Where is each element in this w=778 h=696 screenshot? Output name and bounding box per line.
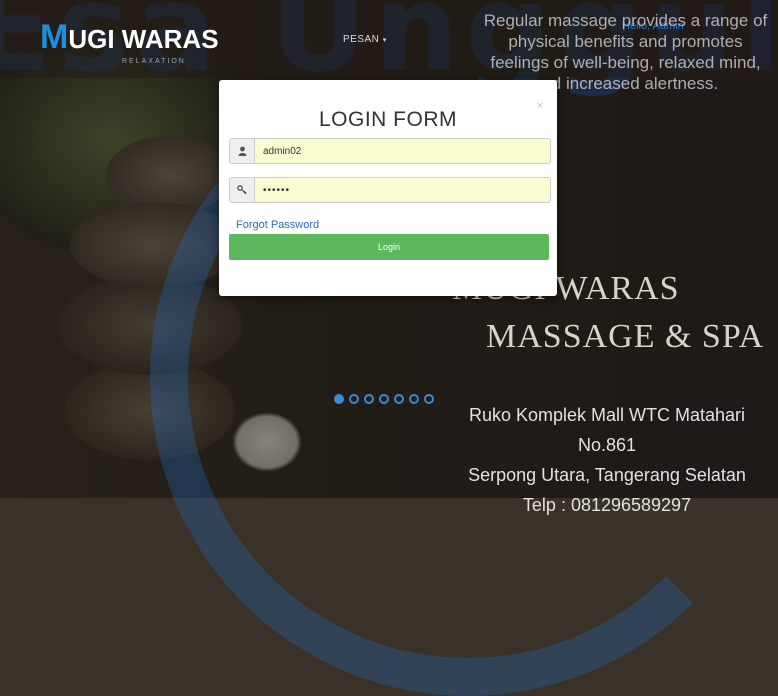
username-field — [229, 138, 551, 164]
hero-address: Ruko Komplek Mall WTC Matahari No.861 Se… — [442, 400, 772, 520]
brand-logo[interactable]: MUGI WARAS RELAXATION — [40, 18, 219, 65]
carousel-dot[interactable] — [334, 394, 344, 404]
forgot-password-link[interactable]: Forgot Password — [236, 219, 319, 231]
carousel-dot[interactable] — [394, 394, 404, 404]
phone-number: Telp : 081296589297 — [522, 495, 692, 515]
address-line1: Ruko Komplek Mall WTC Matahari No.861 — [468, 405, 746, 455]
caret-down-icon: ▾ — [382, 37, 387, 44]
login-button[interactable]: Login — [229, 234, 549, 260]
brand-subtitle: RELAXATION — [122, 58, 186, 65]
carousel-dot[interactable] — [424, 394, 434, 404]
carousel-dot[interactable] — [349, 394, 359, 404]
password-field — [229, 177, 551, 203]
hero-title-line2: MASSAGE & SPA — [486, 318, 765, 355]
brand-name: UGI WARAS — [68, 24, 219, 54]
key-icon — [230, 178, 255, 202]
carousel-dot[interactable] — [364, 394, 374, 404]
carousel-dot[interactable] — [379, 394, 389, 404]
login-modal: × LOGIN FORM Forgot Password Login — [219, 80, 557, 296]
nav-pesan-dropdown[interactable]: PESAN ▾ — [343, 34, 387, 45]
user-icon — [230, 139, 255, 163]
username-input[interactable] — [255, 139, 550, 163]
brand-initial: M — [40, 18, 69, 56]
carousel-indicators — [334, 394, 434, 404]
nav-pesan-label: PESAN — [343, 34, 380, 45]
address-line2: Serpong Utara, Tangerang Selatan — [468, 465, 746, 485]
password-input[interactable] — [255, 178, 550, 202]
carousel-dot[interactable] — [409, 394, 419, 404]
modal-title: LOGIN FORM — [318, 108, 457, 131]
